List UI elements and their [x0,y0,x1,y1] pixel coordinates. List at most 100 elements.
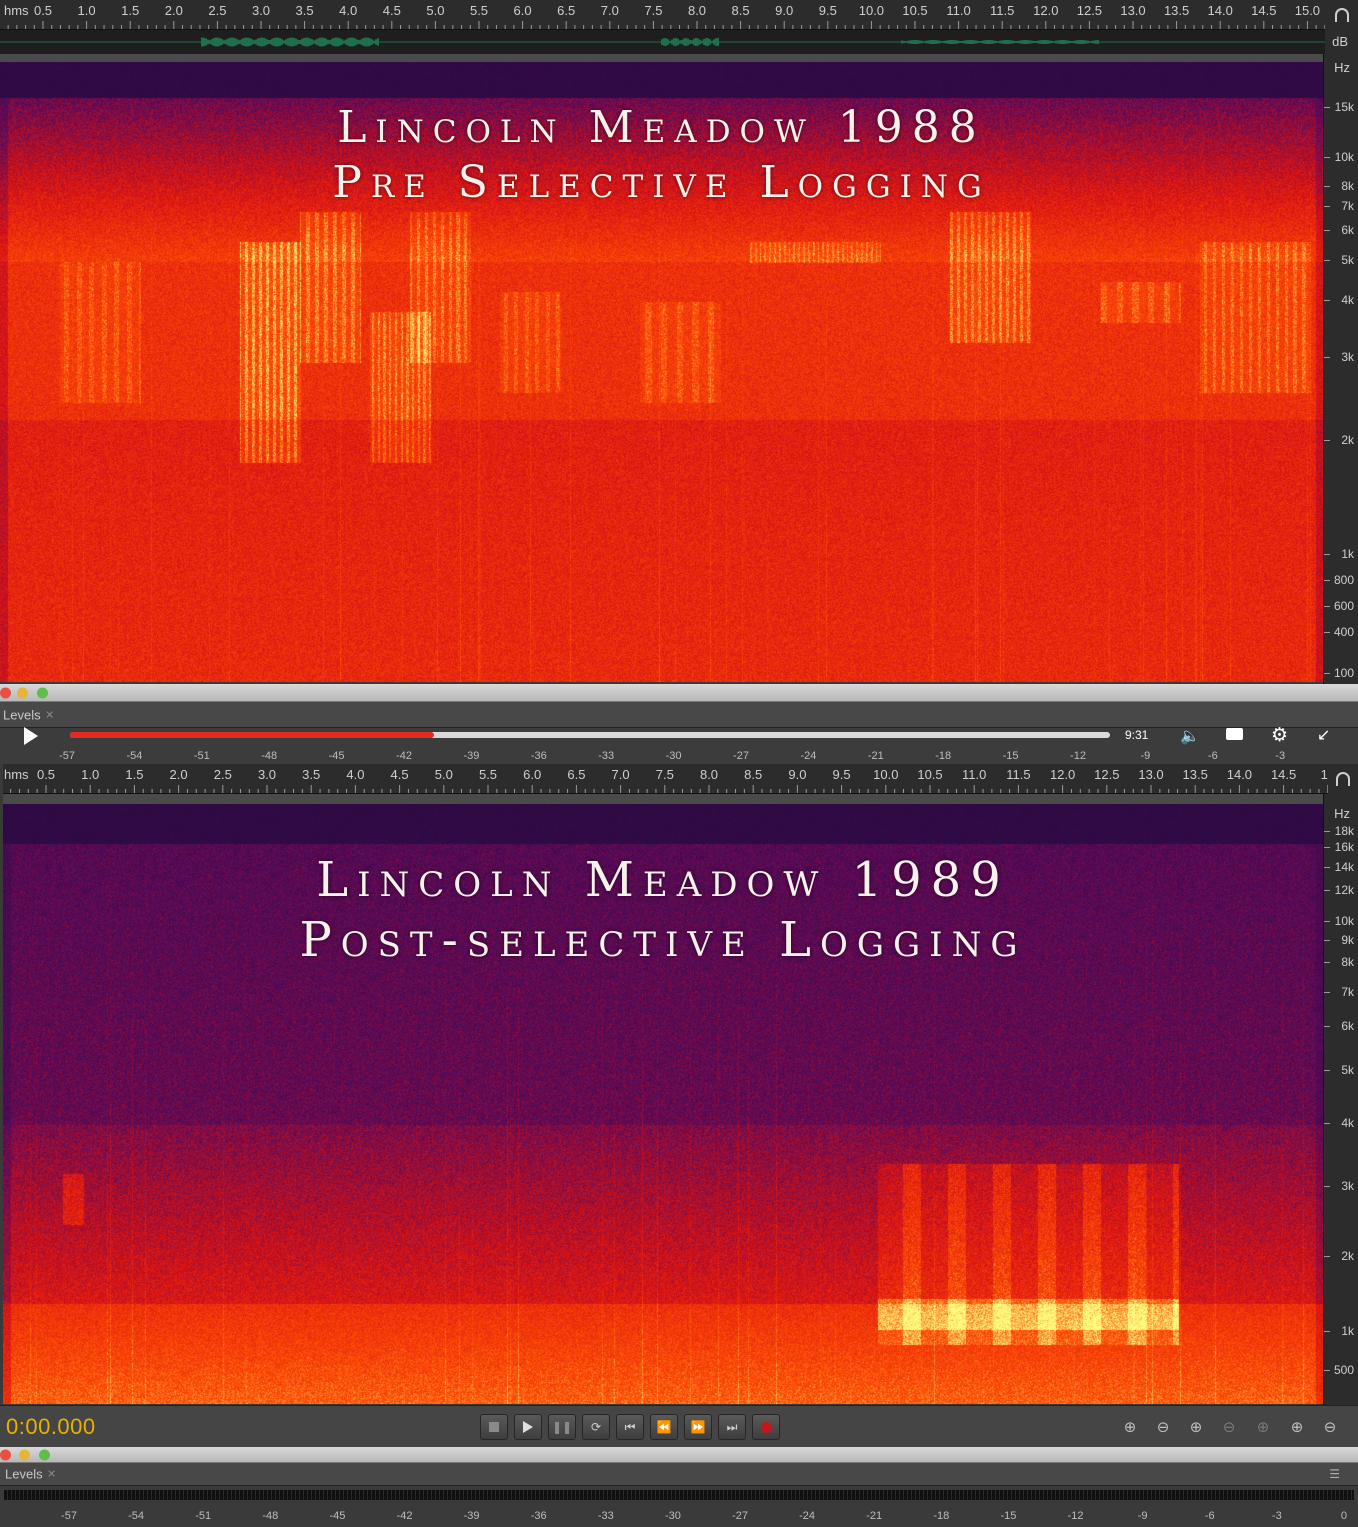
meter-scale-label: -57 [61,1510,77,1522]
ruler-tick-label: 7.5 [644,3,663,18]
top-divider[interactable] [0,54,1325,62]
meter-scale-label: -21 [866,1510,883,1522]
db-unit-label: dB [1332,34,1348,49]
window-titlebar[interactable] [0,684,1358,702]
waveform-graphic [0,37,1325,47]
minimize-window-button[interactable] [19,1449,30,1460]
ruler-tick-label: 3.0 [257,767,277,782]
levels-panel-tab[interactable]: Levels ✕ ☰ [0,1463,1358,1486]
fast-forward-icon: ⏩ [690,1420,706,1434]
frequency-label: 1k [1341,547,1354,561]
bottom-headphone-button[interactable] [1328,764,1358,794]
ruler-tick-label: 10.0 [873,767,899,782]
frequency-tick [1324,260,1330,261]
meter-scale-label: -39 [463,1510,480,1522]
frequency-tick [1324,606,1330,607]
close-tab-icon[interactable]: ✕ [47,1468,56,1481]
hz-unit-label: Hz [1334,806,1350,821]
record-button[interactable] [752,1414,780,1440]
meter-scale-label: -27 [732,1510,748,1522]
loop-button[interactable]: ⟳ [582,1414,610,1440]
minimize-window-button[interactable] [17,687,28,698]
frequency-tick [1324,921,1330,922]
meter-scale-label: -24 [799,1510,816,1522]
top-time-ruler[interactable]: hms 0.5 1.0 1.5 2.0 2.5 3.0 3.5 4.0 4.5 5.0 5.5 6.0… [0,0,1325,30]
rewind-button[interactable]: ⏪ [650,1414,678,1440]
zoom-in-amplitude-button[interactable]: ⊕ [1117,1416,1143,1438]
ruler-tick-label: 2.5 [213,767,232,782]
video-progress-fill[interactable] [70,732,434,738]
meter-scale-label: -6 [1204,1510,1215,1522]
fast-forward-button[interactable]: ⏩ [684,1414,712,1440]
top-spectrogram[interactable]: Lincoln Meadow 1988 Pre Selective Loggin… [0,62,1323,682]
close-window-button[interactable] [0,687,11,698]
bottom-frequency-scale[interactable]: Hz 18k 16k 14k 12k 10k 9k 8k 7k 6k 5k 4k 3k 2k 1k 500 [1323,794,1358,1405]
levels-tab-label: Levels [5,1466,43,1482]
frequency-tick [1324,580,1330,581]
level-meter-bar [4,1490,1354,1500]
zoom-selection-button[interactable]: ⊕ [1250,1416,1276,1438]
ruler-tick-label: 5.0 [434,767,453,782]
zoom-in-point-icon: ⊕ [1290,1419,1304,1436]
pause-button[interactable]: ❚❚ [548,1414,576,1440]
gear-icon[interactable]: ⚙ [1271,724,1288,747]
play-button[interactable] [514,1414,542,1440]
frequency-label: 7k [1341,985,1354,999]
zoom-out-time-button[interactable]: ⊖ [1216,1416,1242,1438]
meter-scale-label: -36 [530,1510,547,1522]
record-icon [760,1421,772,1433]
panel-menu-icon[interactable]: ☰ [1329,1467,1340,1481]
window-titlebar[interactable] [0,1447,1358,1463]
captions-icon[interactable] [1226,728,1243,740]
skip-start-button[interactable]: ⏮ [616,1414,644,1440]
frequency-label: 8k [1341,955,1354,969]
zoom-out-point-icon: ⊖ [1323,1419,1337,1436]
ruler-tick-label: 4.0 [346,767,365,782]
frequency-tick [1324,1331,1330,1332]
frequency-tick [1324,1256,1330,1257]
top-frequency-scale[interactable]: Hz 15k 10k 8k 7k 6k 5k 4k 3k 2k 1k 800 600 400 100 [1323,54,1358,684]
play-button[interactable] [24,727,38,745]
stop-button[interactable] [480,1414,508,1440]
ruler-tick-label: 13.5 [1163,3,1190,18]
video-time: 9:31 [1125,728,1149,742]
frequency-tick [1324,962,1330,963]
frequency-label: 5k [1341,253,1354,267]
bottom-time-ruler[interactable]: hms 0.5 1.0 1.5 2.0 2.5 3.0 3.5 4.0 4.5 5.0 5.5 6.0… [3,764,1335,794]
spectrogram-title-line2: Pre Selective Logging [332,157,991,208]
skip-end-button[interactable]: ⏭ [718,1414,746,1440]
frequency-label: 6k [1341,223,1354,237]
meter-scale-label: -3 [1271,1510,1282,1522]
zoom-out-point-button[interactable]: ⊖ [1317,1416,1343,1438]
frequency-label: 5k [1341,1063,1354,1077]
frequency-tick [1324,206,1330,207]
zoom-in-time-button[interactable]: ⊕ [1183,1416,1209,1438]
zoom-in-point-button[interactable]: ⊕ [1284,1416,1310,1438]
ruler-tick-label: 15.0 [1294,3,1321,18]
frequency-label: 9k [1341,933,1354,947]
zoom-window-button[interactable] [37,687,48,698]
fullscreen-exit-icon[interactable]: ↙ [1317,725,1330,745]
bottom-spectrogram[interactable]: Lincoln Meadow 1989 Post-selective Loggi… [3,804,1323,1404]
zoom-window-button[interactable] [39,1449,50,1460]
frequency-label: 8k [1341,179,1354,193]
frequency-tick [1324,632,1330,633]
volume-icon[interactable]: 🔈 [1180,726,1200,746]
frequency-tick [1324,1123,1330,1124]
frequency-label: 6k [1341,1019,1354,1033]
video-player-controls[interactable]: 9:31 🔈 ⚙ ↙ [0,720,1358,752]
ruler-tick-label: 10.5 [917,767,943,782]
bottom-divider[interactable] [3,794,1325,804]
frequency-tick [1324,890,1330,891]
ruler-tick-label: 0.5 [33,3,53,18]
close-window-button[interactable] [0,1449,11,1460]
top-waveform-overview[interactable] [0,30,1325,54]
zoom-out-amplitude-button[interactable]: ⊖ [1150,1416,1176,1438]
top-headphone-button[interactable] [1325,0,1358,30]
frequency-tick [1324,357,1330,358]
ruler-tick-label: 11.0 [962,767,987,782]
ruler-tick-label: 6.5 [557,3,576,18]
ruler-tick-label: 9.0 [775,3,794,18]
ruler-tick-label: 11.5 [1006,767,1031,782]
ruler-tick-label: 13.0 [1120,3,1146,18]
